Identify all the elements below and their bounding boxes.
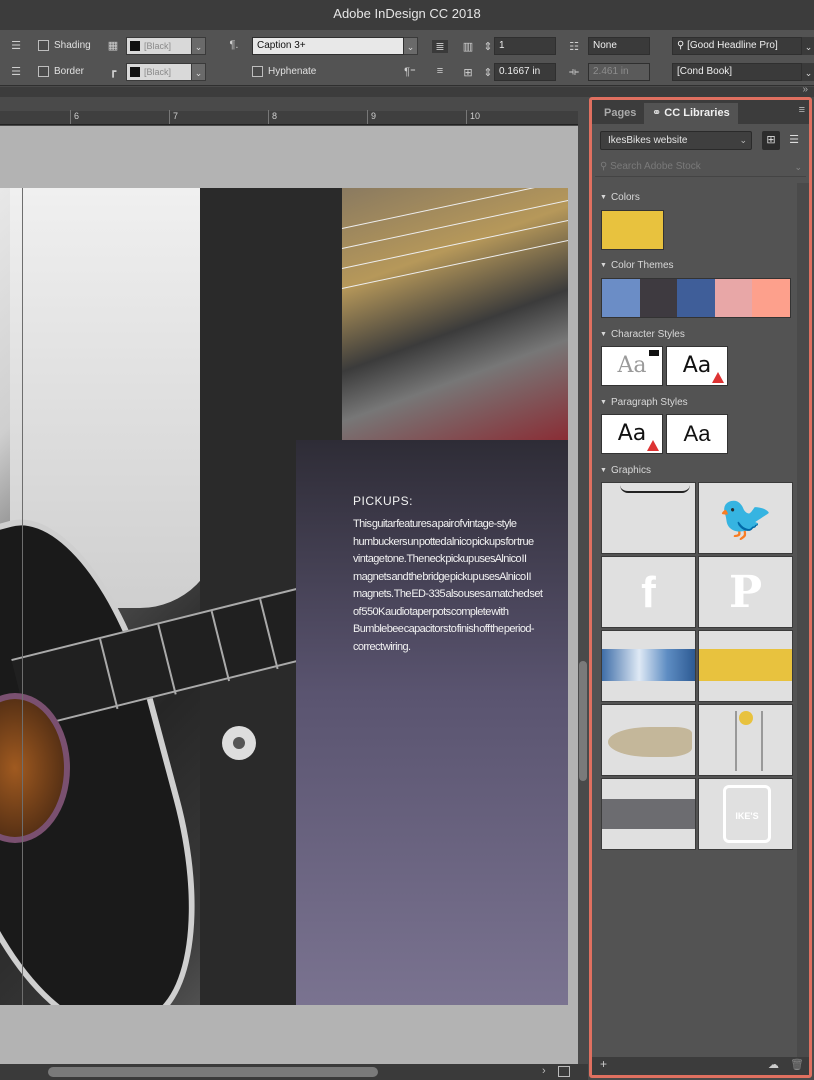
vertical-scroll-thumb[interactable] bbox=[579, 661, 587, 781]
shading-checkbox[interactable]: Shading bbox=[38, 35, 91, 55]
panel-footer: + ☁ 🗑 bbox=[592, 1057, 809, 1075]
chevron-down-icon[interactable]: ⌄ bbox=[794, 157, 802, 177]
library-dropdown[interactable]: IkesBikes website ⌄ bbox=[600, 131, 752, 150]
column-guide bbox=[22, 188, 23, 1005]
graphic-yellow-bar[interactable] bbox=[698, 630, 793, 702]
graphic-facebook[interactable]: f bbox=[601, 556, 696, 628]
graphic-twitter[interactable]: 🐦 bbox=[698, 482, 793, 554]
trash-icon[interactable]: 🗑 bbox=[790, 1058, 804, 1071]
character-style-tile[interactable]: Aa bbox=[601, 346, 663, 386]
character-style-tile[interactable]: Aa bbox=[666, 346, 728, 386]
gutter-stepper[interactable]: ⇕ 0.1667 in bbox=[482, 62, 556, 82]
graphic-gray-bar[interactable] bbox=[601, 778, 696, 850]
shading-swatch-icon[interactable]: ▦ bbox=[105, 35, 121, 55]
horizontal-ruler: 6 7 8 9 10 bbox=[0, 110, 587, 125]
panel-dock-strip: » bbox=[0, 84, 814, 97]
tab-cc-libraries[interactable]: ⚭ CC Libraries bbox=[644, 103, 738, 124]
warning-icon bbox=[712, 372, 724, 383]
list-bullets-icon[interactable]: ☰ bbox=[8, 35, 24, 55]
scroll-right-icon[interactable]: › bbox=[542, 1065, 546, 1077]
border-label: Border bbox=[54, 65, 85, 77]
panel-menu-icon[interactable]: ≡ bbox=[799, 104, 805, 116]
pilcrow-icon[interactable]: ¶. bbox=[226, 35, 242, 55]
span-columns-icon[interactable]: ☷ bbox=[566, 36, 582, 56]
cc-libraries-panel: Pages ⚭ CC Libraries ≡ IkesBikes website… bbox=[589, 97, 812, 1078]
grid-view-button[interactable]: ⊞ bbox=[762, 131, 780, 150]
grid-icon: ⊞ bbox=[766, 134, 776, 146]
section-paragraph-styles[interactable]: Paragraph Styles bbox=[600, 397, 688, 408]
panel-tabs: Pages ⚭ CC Libraries ≡ bbox=[592, 100, 809, 124]
shading-color-dropdown[interactable]: [Black] ⌄ bbox=[126, 36, 206, 56]
border-checkbox[interactable]: Border bbox=[38, 61, 84, 81]
border-corner-icon[interactable]: ┏ bbox=[105, 61, 121, 81]
twitter-bird-icon: 🐦 bbox=[718, 494, 773, 543]
section-colors[interactable]: Colors bbox=[600, 192, 640, 203]
paragraph-style-tile[interactable]: Aa bbox=[666, 414, 728, 454]
color-swatch[interactable] bbox=[601, 210, 664, 250]
add-icon[interactable]: + bbox=[600, 1057, 607, 1071]
search-icon: ⚲ bbox=[600, 161, 611, 172]
border-color-dropdown[interactable]: [Black] ⌄ bbox=[126, 62, 206, 82]
graphic-signature[interactable] bbox=[601, 482, 696, 554]
caption-title[interactable]: PICKUPS: bbox=[353, 494, 413, 508]
hyphenate-checkbox[interactable]: Hyphenate bbox=[252, 61, 316, 81]
width-icon: ⟛ bbox=[569, 65, 579, 78]
layout-toggle-icon[interactable] bbox=[558, 1066, 570, 1077]
creative-cloud-icon[interactable]: ☁ bbox=[768, 1058, 779, 1071]
font-style-field[interactable]: [Cond Book] ⌄ bbox=[672, 62, 814, 82]
caption-body[interactable]: This guitar features a pair of vintage-s… bbox=[353, 516, 545, 656]
guitar-bridge-photo[interactable] bbox=[341, 188, 568, 440]
span-dropdown[interactable]: None bbox=[588, 36, 650, 56]
width-field: 2.461 in bbox=[588, 62, 650, 82]
font-family-field[interactable]: ⚲ [Good Headline Pro] ⌄ bbox=[672, 36, 814, 56]
tab-pages[interactable]: Pages bbox=[596, 103, 644, 124]
section-character-styles[interactable]: Character Styles bbox=[600, 329, 685, 340]
chevron-down-icon: ⌄ bbox=[739, 135, 747, 145]
facebook-icon: f bbox=[641, 568, 656, 617]
list-icon: ☰ bbox=[789, 134, 799, 146]
hyphenate-label: Hyphenate bbox=[268, 65, 317, 77]
align-icon[interactable]: ≣ bbox=[432, 36, 448, 56]
graphic-saddle[interactable] bbox=[601, 704, 696, 776]
section-graphics[interactable]: Graphics bbox=[600, 465, 651, 476]
vertical-scrollbar[interactable] bbox=[578, 111, 588, 1064]
graphic-sky-banner[interactable] bbox=[601, 630, 696, 702]
graphic-pinterest[interactable]: P bbox=[698, 556, 793, 628]
section-color-themes[interactable]: Color Themes bbox=[600, 260, 674, 271]
horizontal-scroll-thumb[interactable] bbox=[48, 1067, 378, 1077]
window-titlebar: Adobe InDesign CC 2018 bbox=[0, 0, 814, 30]
shading-label: Shading bbox=[54, 39, 91, 51]
color-theme[interactable] bbox=[601, 278, 791, 318]
gutter-icon[interactable]: ⊞ bbox=[460, 62, 476, 82]
pilcrow-options-icon[interactable]: ¶⁼ bbox=[402, 61, 418, 81]
warning-icon bbox=[647, 440, 659, 451]
cc-libraries-icon: ⚭ bbox=[652, 107, 665, 119]
horizontal-scrollbar[interactable]: › bbox=[0, 1064, 588, 1080]
graphic-ikes-bikes-badge[interactable]: IKE'S BIKES bbox=[698, 778, 793, 850]
graphic-bike[interactable] bbox=[698, 704, 793, 776]
window-title: Adobe InDesign CC 2018 bbox=[333, 6, 481, 21]
columns-icon[interactable]: ▥ bbox=[460, 36, 476, 56]
control-panel: ☰ Shading ▦ [Black] ⌄ ¶. Caption 3+ ⌄ ≣ ▥ … bbox=[0, 30, 814, 86]
list-numbers-icon[interactable]: ☰ bbox=[8, 61, 24, 81]
paragraph-style-tile[interactable]: Aa bbox=[601, 414, 663, 454]
collapse-icon[interactable]: » bbox=[802, 84, 808, 95]
search-adobe-stock-input[interactable]: ⚲ Search Adobe Stock ⌄ bbox=[595, 157, 806, 177]
panel-scrollbar[interactable] bbox=[797, 183, 809, 1058]
columns-stepper[interactable]: ⇕ 1 bbox=[482, 36, 556, 56]
list-view-button[interactable]: ☰ bbox=[785, 131, 803, 150]
baseline-grid-icon[interactable]: ≡ bbox=[432, 61, 448, 81]
paragraph-style-dropdown[interactable]: Caption 3+ ⌄ bbox=[252, 36, 418, 56]
pinterest-icon: P bbox=[728, 567, 763, 618]
